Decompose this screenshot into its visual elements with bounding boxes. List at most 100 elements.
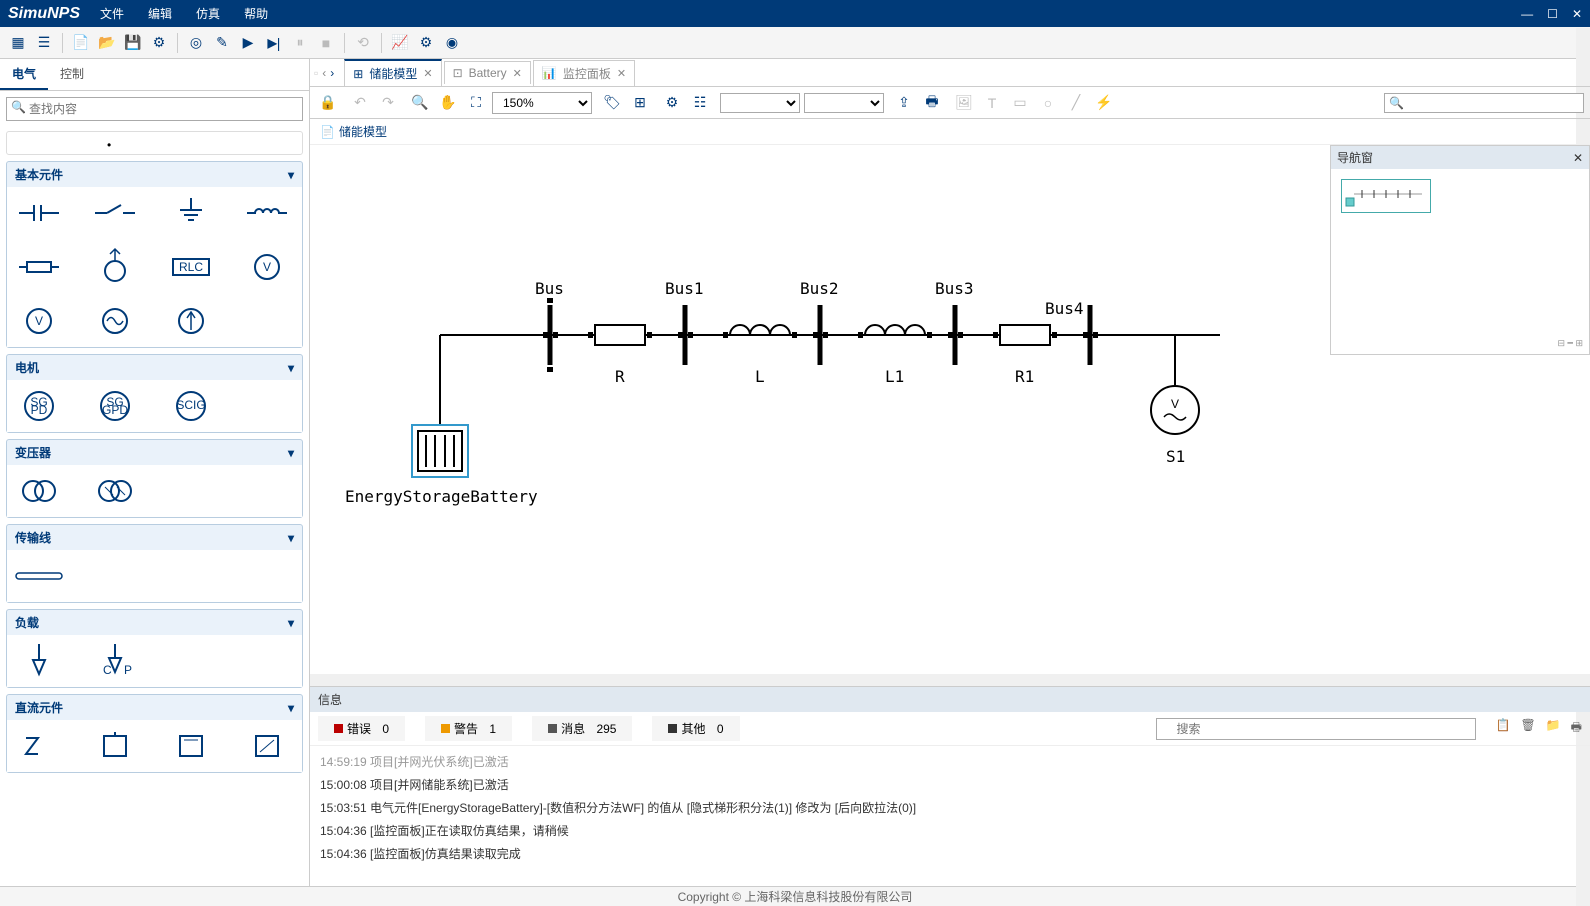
- message-row[interactable]: 15:03:51 电气元件[EnergyStorageBattery]-[数值积…: [320, 796, 1580, 819]
- center-icon[interactable]: ⊞: [628, 91, 652, 115]
- close-icon[interactable]: ✕: [1572, 7, 1582, 21]
- canvas[interactable]: 导航窗 ✕ ⊟ ━ ⊞: [310, 145, 1590, 686]
- navigator-minimap[interactable]: [1341, 179, 1431, 213]
- scope-icon[interactable]: ◉: [440, 31, 464, 55]
- canvas-scrollbar-h[interactable]: [310, 674, 1590, 686]
- battery-element[interactable]: [412, 425, 468, 477]
- canvas-search-input[interactable]: [1384, 93, 1584, 113]
- sg-pd-icon[interactable]: SGPD: [15, 388, 63, 424]
- dc3-icon[interactable]: [167, 728, 215, 764]
- bus-element[interactable]: [543, 298, 558, 372]
- target-icon[interactable]: ◎: [184, 31, 208, 55]
- tab-electric[interactable]: 电气: [0, 59, 48, 90]
- settings-icon[interactable]: ⚙: [147, 31, 171, 55]
- maximize-icon[interactable]: ☐: [1547, 7, 1558, 21]
- bus2-element[interactable]: [813, 305, 828, 365]
- close-icon[interactable]: ✕: [423, 67, 432, 80]
- inductor-icon[interactable]: [243, 195, 291, 231]
- tab-monitor[interactable]: 📊 监控面板 ✕: [533, 60, 635, 86]
- dc1-icon[interactable]: [15, 728, 63, 764]
- bus1-element[interactable]: [678, 305, 693, 365]
- section-dc-head[interactable]: 直流元件: [7, 695, 302, 720]
- voltmeter2-icon[interactable]: V: [15, 303, 63, 339]
- transformer1-icon[interactable]: [15, 473, 63, 509]
- menu-help[interactable]: 帮助: [244, 5, 268, 22]
- load1-icon[interactable]: [15, 643, 63, 679]
- filter-warnings[interactable]: 警告 1: [425, 716, 512, 741]
- message-row[interactable]: 14:59:19 项目[并网光伏系统]已激活: [320, 750, 1580, 773]
- combo1[interactable]: [720, 93, 800, 113]
- open-icon[interactable]: 📂: [95, 31, 119, 55]
- capacitor-icon[interactable]: [15, 195, 63, 231]
- message-row[interactable]: 15:04:36 [监控面板]正在读取仿真结果，请稍候: [320, 819, 1580, 842]
- line-icon[interactable]: [15, 558, 63, 594]
- pan-icon[interactable]: ✋: [436, 91, 460, 115]
- scig-icon[interactable]: SCIG: [167, 388, 215, 424]
- folder-icon[interactable]: 📁: [1546, 718, 1561, 739]
- message-row[interactable]: 15:04:36 [监控面板]仿真结果读取完成: [320, 842, 1580, 865]
- dc2-icon[interactable]: [91, 728, 139, 764]
- menu-file[interactable]: 文件: [100, 5, 124, 22]
- chart-icon[interactable]: 📈: [388, 31, 412, 55]
- switch-icon[interactable]: [91, 195, 139, 231]
- voltmeter-icon[interactable]: V: [243, 249, 291, 285]
- resistor-R[interactable]: [595, 325, 645, 345]
- inductor-L1[interactable]: [865, 325, 925, 335]
- section-load-head[interactable]: 负载: [7, 610, 302, 635]
- export-icon[interactable]: ⇪: [892, 91, 916, 115]
- zoom-select[interactable]: 150%: [492, 92, 592, 114]
- section-transmission-head[interactable]: 传输线: [7, 525, 302, 550]
- message-row[interactable]: 15:00:08 项目[并网储能系统]已激活: [320, 773, 1580, 796]
- close-icon[interactable]: ✕: [617, 67, 626, 80]
- filter-messages[interactable]: 消息 295: [532, 716, 632, 741]
- play-icon[interactable]: ▶: [236, 31, 260, 55]
- resistor-R1[interactable]: [1000, 325, 1050, 345]
- tab-model[interactable]: ⊞ 储能模型 ✕: [344, 59, 441, 86]
- section-transformer-head[interactable]: 变压器: [7, 440, 302, 465]
- tab-home-icon[interactable]: ▫: [314, 66, 318, 80]
- source1-icon[interactable]: [91, 249, 139, 285]
- new-icon[interactable]: 📄: [69, 31, 93, 55]
- current-source-icon[interactable]: [167, 303, 215, 339]
- combo2[interactable]: [804, 93, 884, 113]
- layers-icon[interactable]: ☷: [688, 91, 712, 115]
- search-input[interactable]: [6, 97, 303, 121]
- rlc-icon[interactable]: RLC: [167, 249, 215, 285]
- grid-icon[interactable]: ▦: [6, 31, 30, 55]
- step-icon[interactable]: ▶|: [262, 31, 286, 55]
- navigator-close-icon[interactable]: ✕: [1573, 151, 1583, 165]
- navigator-controls[interactable]: ⊟ ━ ⊞: [1557, 338, 1583, 349]
- save-icon[interactable]: 💾: [121, 31, 145, 55]
- tab-battery[interactable]: ⊡ Battery ✕: [444, 61, 531, 84]
- filter-other[interactable]: 其他 0: [652, 716, 739, 741]
- ac-source-icon[interactable]: [91, 303, 139, 339]
- message-search-input[interactable]: [1156, 718, 1476, 740]
- bus4-element[interactable]: [1083, 305, 1098, 365]
- load-cvp-icon[interactable]: CP: [91, 643, 139, 679]
- gear-icon[interactable]: ⚙: [660, 91, 684, 115]
- menu-edit[interactable]: 编辑: [148, 5, 172, 22]
- dc4-icon[interactable]: [243, 728, 291, 764]
- tab-next-icon[interactable]: ›: [330, 66, 334, 80]
- print2-icon[interactable]: 🖶: [1571, 718, 1582, 739]
- sg-gpd-icon[interactable]: SGGPD: [91, 388, 139, 424]
- sliders-icon[interactable]: ⚙: [414, 31, 438, 55]
- close-icon[interactable]: ✕: [513, 67, 522, 80]
- copy-icon[interactable]: 📋: [1496, 718, 1511, 739]
- filter-errors[interactable]: 错误 0: [318, 716, 405, 741]
- resistor-icon[interactable]: [15, 249, 63, 285]
- print-icon[interactable]: 🖶: [920, 91, 944, 115]
- tag-icon[interactable]: 🏷: [600, 91, 624, 115]
- tab-control[interactable]: 控制: [48, 59, 96, 90]
- menu-sim[interactable]: 仿真: [196, 5, 220, 22]
- edit-icon[interactable]: ✎: [210, 31, 234, 55]
- zoom-icon[interactable]: 🔍: [408, 91, 432, 115]
- section-motor-head[interactable]: 电机: [7, 355, 302, 380]
- ground-icon[interactable]: [167, 195, 215, 231]
- delete-icon[interactable]: 🗑: [1520, 718, 1535, 739]
- inductor-L[interactable]: [730, 325, 790, 335]
- transformer2-icon[interactable]: [91, 473, 139, 509]
- lock-icon[interactable]: 🔒: [316, 91, 340, 115]
- minimize-icon[interactable]: —: [1521, 7, 1533, 21]
- bus3-element[interactable]: [948, 305, 963, 365]
